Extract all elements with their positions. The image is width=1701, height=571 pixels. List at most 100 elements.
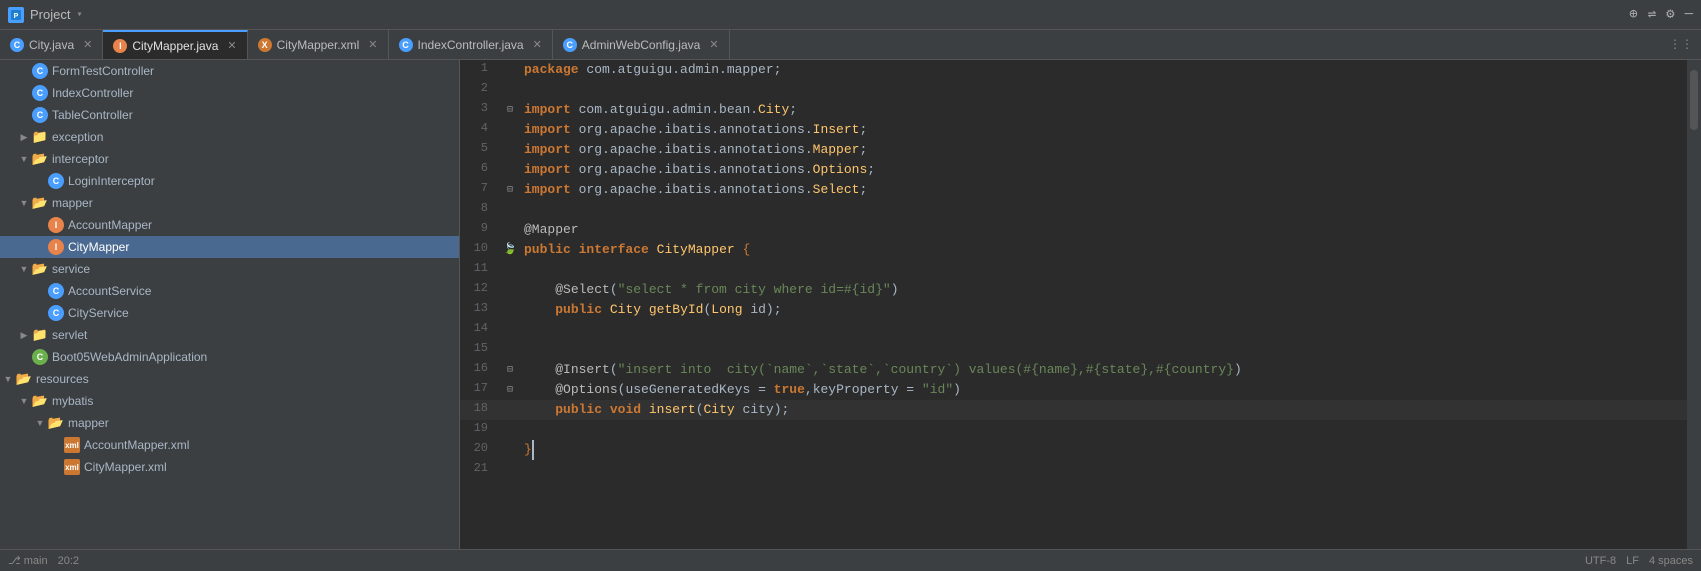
arrow-interceptor[interactable] [16,151,32,167]
file-icon-c: C [32,85,48,101]
sidebar-item-citymapper[interactable]: I CityMapper [0,236,459,258]
svg-text:P: P [14,13,19,20]
arrow-servlet[interactable] [16,327,32,343]
code-line-11: 11 [460,260,1687,280]
arrow-service[interactable] [16,261,32,277]
code-line-21: 21 [460,460,1687,480]
sidebar-label-formtestcontroller: FormTestController [52,64,154,78]
tab-citymapper-java[interactable]: I CityMapper.java ✕ [103,30,247,59]
file-icon-citymapper: I [48,239,64,255]
arrow-exception[interactable] [16,129,32,145]
sidebar-label-tablecontroller: TableController [52,108,133,122]
folder-icon-exception: 📁 [32,130,48,144]
fold-icon-7[interactable]: ⊟ [507,185,513,196]
code-line-4: 4 import org.apache.ibatis.annotations.I… [460,120,1687,140]
project-label[interactable]: Project [30,7,70,22]
sync-icon[interactable]: ⇌ [1648,6,1656,23]
sidebar-label-exception: exception [52,130,103,144]
sidebar-item-citymapper-xml[interactable]: xml CityMapper.xml [0,456,459,478]
code-line-9: 9 @Mapper [460,220,1687,240]
leaf-spacer [48,459,64,475]
code-line-6: 6 import org.apache.ibatis.annotations.O… [460,160,1687,180]
sidebar-label-resources: resources [36,372,89,386]
sidebar-item-mybatis[interactable]: 📂 mybatis [0,390,459,412]
fold-icon-16[interactable]: ⊟ [507,365,513,376]
file-icon-accountmapper-xml: xml [64,437,80,453]
tab-indexcontroller[interactable]: C IndexController.java ✕ [389,30,553,59]
project-chevron-icon[interactable]: ▾ [76,9,82,21]
tab-close-indexcontroller[interactable]: ✕ [533,38,542,51]
tabs-bar: C City.java ✕ I CityMapper.java ✕ X City… [0,30,1701,60]
tab-close-city[interactable]: ✕ [83,38,92,51]
add-icon[interactable]: ⊕ [1629,6,1637,23]
tab-close-adminwebconfig[interactable]: ✕ [709,38,718,51]
tabs-overflow[interactable]: ⋮⋮ [1661,37,1701,52]
tab-city-java[interactable]: C City.java ✕ [0,30,103,59]
arrow-mapper-res[interactable] [32,415,48,431]
sidebar-item-cityservice[interactable]: C CityService [0,302,459,324]
code-line-17: 17 ⊟ @Options(useGeneratedKeys = true,ke… [460,380,1687,400]
code-line-14: 14 [460,320,1687,340]
file-icon-accountservice: C [48,283,64,299]
leaf-spacer [32,283,48,299]
code-line-10: 10 🍃 public interface CityMapper { [460,240,1687,260]
sidebar-project-tree[interactable]: C FormTestController C IndexController C… [0,60,460,549]
tab-close-citymapper[interactable]: ✕ [227,39,236,52]
sidebar-label-servlet: servlet [52,328,87,342]
titlebar-actions: ⊕ ⇌ ⚙ ─ [1629,6,1693,23]
code-editor[interactable]: 1 package com.atguigu.admin.mapper; 2 3 … [460,60,1687,549]
code-line-20: 20 } [460,440,1687,460]
sidebar-item-boot05webapp[interactable]: C Boot05WebAdminApplication [0,346,459,368]
sidebar-item-indexcontroller[interactable]: C IndexController [0,82,459,104]
tab-label-indexcontroller: IndexController.java [418,38,524,52]
arrow-mybatis[interactable] [16,393,32,409]
status-git: ⎇ main [8,554,48,567]
editor-scrollbar[interactable] [1687,60,1701,549]
sidebar-label-cityservice: CityService [68,306,129,320]
status-linesep: LF [1626,555,1639,567]
sidebar-item-logininterceptor[interactable]: C LoginInterceptor [0,170,459,192]
status-bar: ⎇ main 20:2 UTF-8 LF 4 spaces [0,549,1701,571]
settings-icon[interactable]: ⚙ [1666,6,1674,23]
sidebar-item-resources[interactable]: 📂 resources [0,368,459,390]
tab-label-adminwebconfig: AdminWebConfig.java [582,38,701,52]
tab-label-city: City.java [29,38,74,52]
sidebar-item-interceptor[interactable]: 📂 interceptor [0,148,459,170]
fold-icon-3[interactable]: ⊟ [507,105,513,116]
sidebar-item-mapper-res[interactable]: 📂 mapper [0,412,459,434]
minimize-icon[interactable]: ─ [1685,7,1693,23]
tab-close-xml[interactable]: ✕ [368,38,377,51]
arrow-mapper[interactable] [16,195,32,211]
project-icon: P [8,7,24,23]
title-bar: P Project ▾ ⊕ ⇌ ⚙ ─ [0,0,1701,30]
status-encoding: UTF-8 [1585,555,1616,567]
sidebar-label-accountmapper: AccountMapper [68,218,152,232]
leaf-spacer [16,85,32,101]
tab-adminwebconfig[interactable]: C AdminWebConfig.java ✕ [553,30,730,59]
sidebar-label-accountservice: AccountService [68,284,151,298]
file-icon-cityservice: C [48,305,64,321]
file-icon-citymapper-xml: xml [64,459,80,475]
sidebar-label-service: service [52,262,90,276]
run-icon-10[interactable]: 🍃 [503,244,517,256]
sidebar-item-tablecontroller[interactable]: C TableController [0,104,459,126]
sidebar-item-accountmapper-xml[interactable]: xml AccountMapper.xml [0,434,459,456]
sidebar-item-service[interactable]: 📂 service [0,258,459,280]
code-line-2: 2 [460,80,1687,100]
sidebar-item-accountmapper[interactable]: I AccountMapper [0,214,459,236]
code-line-16: 16 ⊟ @Insert("insert into city(`name`,`s… [460,360,1687,380]
arrow-resources[interactable] [0,371,16,387]
sidebar-item-formtestcontroller[interactable]: C FormTestController [0,60,459,82]
tab-label-citymapper: CityMapper.java [132,39,218,53]
sidebar-item-servlet[interactable]: 📁 servlet [0,324,459,346]
folder-icon-service: 📂 [32,262,48,276]
sidebar-item-mapper[interactable]: 📂 mapper [0,192,459,214]
sidebar-item-exception[interactable]: 📁 exception [0,126,459,148]
sidebar-label-mapper: mapper [52,196,93,210]
sidebar-item-accountservice[interactable]: C AccountService [0,280,459,302]
leaf-spacer [32,217,48,233]
tab-citymapper-xml[interactable]: X CityMapper.xml ✕ [248,30,389,59]
fold-icon-17[interactable]: ⊟ [507,385,513,396]
sidebar-label-citymapper: CityMapper [68,240,129,254]
file-icon-logininterceptor: C [48,173,64,189]
